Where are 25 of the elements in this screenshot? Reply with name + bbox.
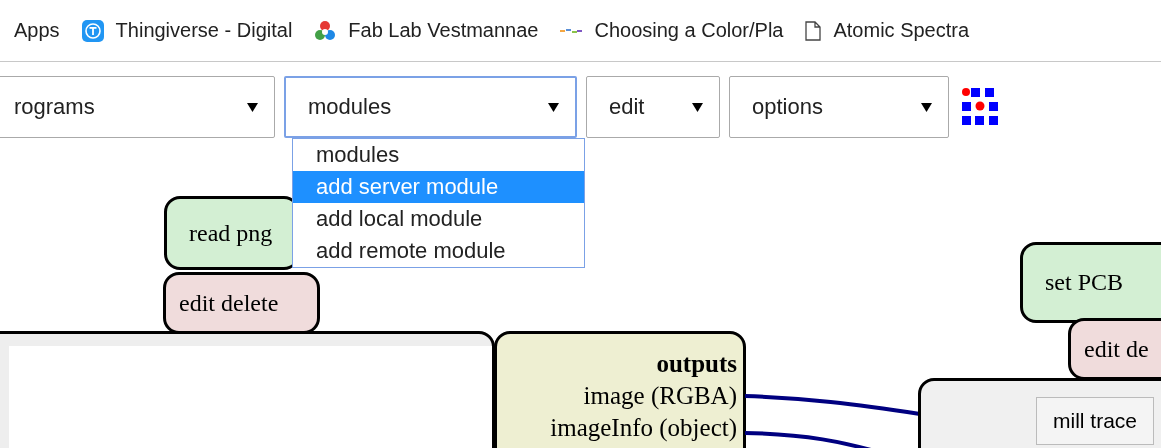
module-actions[interactable]: edit delete [163, 272, 320, 334]
module-actions[interactable]: edit de [1068, 318, 1161, 380]
document-icon [805, 20, 822, 41]
dropdown-select[interactable]: rograms [0, 76, 275, 138]
fab-lab-icon [314, 19, 337, 42]
module-title[interactable]: set PCB [1020, 242, 1161, 323]
caret-icon [692, 102, 703, 112]
dropdown-select[interactable]: modules [284, 76, 577, 138]
output-port[interactable]: image (RGBA) [497, 380, 737, 412]
caret-icon [247, 102, 258, 112]
bookmark-link[interactable]: Atomic Spectra [833, 19, 970, 42]
caret-icon [548, 102, 559, 112]
caret-icon [921, 102, 932, 112]
bookmark-link[interactable]: Thingiverse - Digital [115, 19, 293, 42]
thingiverse-icon [81, 19, 104, 42]
menu-option[interactable]: modules [293, 139, 584, 171]
bookmark-link[interactable]: Fab Lab Vestmannae [348, 19, 539, 42]
dropdown-select[interactable]: edit [586, 76, 720, 138]
bookmark-link[interactable]: Choosing a Color/Pla [594, 19, 784, 42]
output-port[interactable]: imageInfo (object) [497, 412, 737, 444]
dot-grid-icon[interactable] [961, 87, 1001, 127]
outputs-heading: outputs [655, 349, 737, 379]
dropdown-select[interactable]: options [729, 76, 949, 138]
bookmark-link[interactable]: Apps [14, 19, 60, 42]
mill-trace-button[interactable]: mill trace [1036, 397, 1154, 445]
